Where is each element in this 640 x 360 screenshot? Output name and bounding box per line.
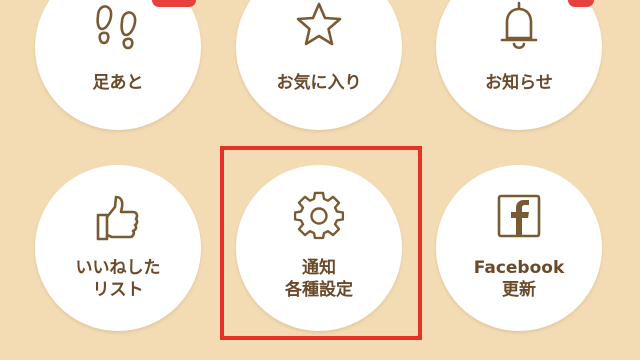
like-list-button[interactable]: いいねした リスト — [35, 165, 201, 331]
notices-badge — [568, 0, 594, 7]
footprints-label: 足あと — [92, 73, 144, 93]
facebook-update-button[interactable]: Facebook 更新 — [436, 165, 602, 331]
gear-icon — [294, 191, 344, 240]
facebook-update-label: Facebook 更新 — [473, 258, 565, 300]
favorites-button[interactable]: お気に入り — [236, 0, 402, 130]
favorites-label: お気に入り — [276, 73, 362, 93]
notification-settings-button[interactable]: 通知 各種設定 — [236, 165, 402, 331]
notices-button[interactable]: お知らせ — [436, 0, 602, 130]
notices-label: お知らせ — [485, 73, 553, 93]
facebook-icon — [497, 194, 541, 238]
bell-icon — [500, 1, 538, 50]
footprints-badge — [152, 0, 196, 7]
notification-settings-label: 通知 各種設定 — [285, 258, 353, 300]
footprints-button[interactable]: 足あと — [35, 0, 201, 130]
star-icon — [296, 2, 342, 46]
thumbs-up-icon — [96, 195, 139, 241]
footprints-icon — [96, 5, 137, 50]
like-list-label: いいねした リスト — [75, 258, 161, 300]
